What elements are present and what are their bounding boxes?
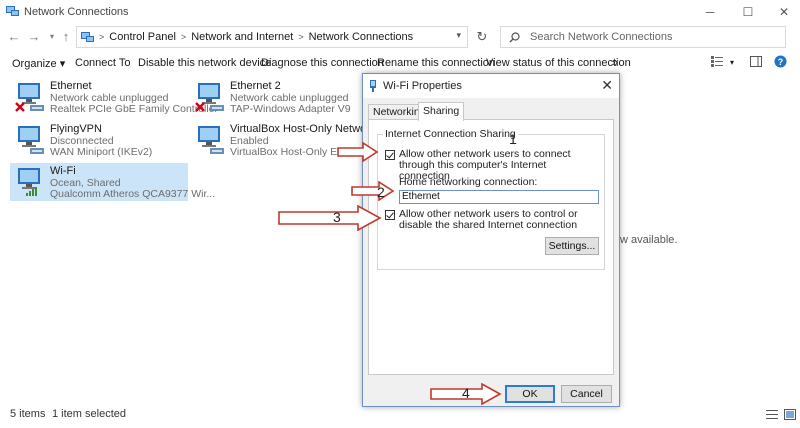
rename-button[interactable]: Rename this connection [377,57,495,69]
home-network-field[interactable]: Ethernet [399,190,599,204]
annotation-arrow-2 [351,181,395,201]
connection-name: Ethernet [50,80,92,92]
chevron-down-icon[interactable]: ▾ [730,58,734,67]
large-icons-view-icon[interactable] [784,409,796,423]
sharing-tab-panel: Internet Connection Sharing Allow other … [368,119,614,375]
network-adapter-icon [18,126,44,154]
title-bar: Network Connections ─ ☐ ✕ [0,0,800,24]
allow-connect-checkbox[interactable] [385,150,395,160]
window-title: Network Connections [24,6,129,18]
search-icon [509,31,520,42]
diagnose-button[interactable]: Diagnose this connection [261,57,384,69]
tab-sharing[interactable]: Sharing [418,102,465,121]
details-view-icon[interactable] [766,409,778,423]
organize-menu[interactable]: Organize ▾ [12,57,65,70]
chevron-right-icon[interactable]: > [298,32,303,42]
allow-control-label: Allow other network users to control or … [399,208,578,231]
connection-item[interactable]: VirtualBox Host-Only Network Enabled Virtu… [190,121,394,159]
ics-group-label: Internet Connection Sharing [383,128,518,140]
item-count: 5 items [10,408,46,420]
view-options-icon[interactable] [711,56,723,70]
settings-button[interactable]: Settings... [545,237,599,255]
breadcrumb-network-connections[interactable]: Network Connections [309,31,414,43]
info-text: w available. [620,234,678,246]
connection-name: Wi-Fi [50,165,76,177]
help-icon[interactable]: ? [774,55,787,71]
refresh-icon[interactable]: ↻ [472,28,492,46]
wifi-properties-dialog: Wi-Fi Properties ✕ Networking Sharing In… [362,73,620,407]
breadcrumb-network-and-internet[interactable]: Network and Internet [191,31,293,43]
connection-name: FlyingVPN [50,123,102,135]
connection-name: VirtualBox Host-Only Network [230,123,376,135]
network-adapter-icon [15,83,44,112]
connection-device: WAN Miniport (IKEv2) [50,146,153,158]
annotation-arrow-1 [337,142,379,162]
command-bar: Organize ▾ Connect To Disable this netwo… [0,52,800,74]
connection-item[interactable]: FlyingVPN Disconnected WAN Miniport (IKEv2… [10,121,188,159]
search-box[interactable]: Search Network Connections [500,26,786,48]
annotation-number-3: 3 [333,209,341,225]
ok-button[interactable]: OK [505,385,555,403]
wifi-adapter-icon [18,168,40,196]
address-row: ← → ▾ ↑ > Control Panel > Network and In… [0,24,800,50]
up-arrow-icon[interactable]: ↑ [58,28,74,44]
network-adapter-icon [195,83,224,112]
address-bar[interactable]: > Control Panel > Network and Internet >… [76,26,468,48]
cancel-button[interactable]: Cancel [561,385,612,403]
connection-item[interactable]: Ethernet Network cable unplugged Realtek P… [10,78,218,116]
annotation-number-2: 2 [377,184,385,200]
chevron-right-icon[interactable]: > [181,32,186,42]
minimize-button[interactable]: ─ [696,3,724,21]
connection-name: Ethernet 2 [230,80,281,92]
svg-text:?: ? [778,57,784,67]
network-connections-icon [6,6,19,16]
allow-control-checkbox[interactable] [385,210,395,220]
forward-arrow-icon[interactable]: → [26,28,42,44]
home-network-label: Home networking connection: [399,176,538,188]
connection-device: Qualcomm Atheros QCA9377 Wir... [50,188,216,200]
breadcrumb-control-panel[interactable]: Control Panel [109,31,176,43]
close-button[interactable]: ✕ [770,3,798,21]
view-status-button[interactable]: View status of this connection [486,57,631,69]
connection-item[interactable]: Wi-Fi Ocean, Shared Qualcomm Atheros QCA93… [10,163,215,201]
back-arrow-icon[interactable]: ← [6,28,22,44]
chevron-right-icon[interactable]: > [99,32,104,42]
connection-device: TAP-Windows Adapter V9 [230,103,351,115]
selection-count: 1 item selected [52,408,126,420]
disable-device-button[interactable]: Disable this network device [138,57,271,69]
wifi-adapter-icon [370,80,376,92]
status-bar: 5 items 1 item selected [0,406,800,426]
connect-to-button[interactable]: Connect To [75,57,130,69]
chevron-down-icon[interactable]: ▾ [456,30,461,41]
dialog-title-bar: Wi-Fi Properties ✕ [363,74,619,98]
maximize-button[interactable]: ☐ [734,3,762,21]
dialog-title: Wi-Fi Properties [383,80,462,92]
annotation-arrow-3 [278,205,382,231]
network-adapter-icon [198,126,224,154]
dialog-close-button[interactable]: ✕ [601,77,613,94]
control-panel-icon [81,31,94,42]
annotation-number-4: 4 [462,385,470,401]
connection-item[interactable]: Ethernet 2 Network cable unplugged TAP-Win… [190,78,360,116]
search-input[interactable]: Search Network Connections [530,31,672,43]
annotation-number-1: 1 [509,131,517,147]
preview-pane-icon[interactable] [750,56,762,70]
more-commands-button[interactable]: » [612,57,618,69]
